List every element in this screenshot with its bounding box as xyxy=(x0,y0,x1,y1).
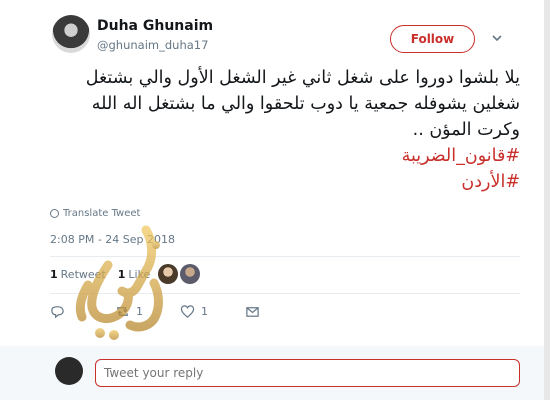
follow-button[interactable]: Follow xyxy=(390,25,475,53)
tweet-text: يلا بلشوا دوروا على شغل ثاني غير الشغل ا… xyxy=(50,65,520,195)
user-avatar[interactable] xyxy=(52,15,90,53)
tweet-stats: 1 Retweet 1 Like xyxy=(50,268,150,281)
liker-avatar[interactable] xyxy=(158,264,178,284)
heart-icon xyxy=(180,305,195,318)
tweet-line: يلا بلشوا دوروا على شغل ثاني غير الشغل ا… xyxy=(85,68,520,88)
envelope-icon xyxy=(246,307,259,317)
like-count: 1 xyxy=(201,305,208,318)
user-handle[interactable]: @ghunaim_duha17 xyxy=(97,38,208,52)
display-name[interactable]: Duha Ghunaim xyxy=(97,18,213,34)
tweet-card: Duha Ghunaim @ghunaim_duha17 Follow يلا … xyxy=(0,0,550,400)
globe-icon xyxy=(50,209,59,218)
current-user-avatar xyxy=(55,357,83,385)
translate-label: Translate Tweet xyxy=(63,208,141,219)
retweets-count: 1 xyxy=(50,268,58,281)
liker-avatar[interactable] xyxy=(180,264,200,284)
like-action[interactable]: 1 xyxy=(180,304,245,319)
likes-stat[interactable]: 1 Like xyxy=(118,268,151,281)
tweet-actions: 1 1 xyxy=(50,304,310,319)
reply-input[interactable] xyxy=(95,359,520,387)
tweet-line: وكرت المؤن .. xyxy=(412,120,520,140)
chevron-down-icon[interactable] xyxy=(490,31,504,45)
tweet-timestamp[interactable]: 2:08 PM - 24 Sep 2018 xyxy=(50,233,175,246)
translate-tweet-link[interactable]: Translate Tweet xyxy=(50,208,140,219)
page-edge xyxy=(544,0,550,400)
tweet-line: شغلين يشوفله جمعية يا دوب تلحقوا والي ما… xyxy=(91,94,520,114)
likes-count: 1 xyxy=(117,268,126,281)
retweet-icon xyxy=(117,307,128,316)
hashtag-link[interactable]: #قانون_الضريبة xyxy=(50,143,520,169)
retweet-action[interactable]: 1 xyxy=(115,304,180,319)
divider xyxy=(50,256,520,257)
reply-action[interactable] xyxy=(50,304,115,319)
retweet-count: 1 xyxy=(136,305,143,318)
divider xyxy=(50,293,520,294)
message-action[interactable] xyxy=(245,304,310,319)
likes-label: Like xyxy=(128,268,151,281)
retweets-label: Retweet xyxy=(60,268,106,281)
retweets-stat[interactable]: 1 Retweet xyxy=(50,268,106,281)
likers-avatars xyxy=(158,264,200,284)
hashtag-link[interactable]: #الأردن xyxy=(50,169,520,195)
reply-icon xyxy=(51,306,64,319)
